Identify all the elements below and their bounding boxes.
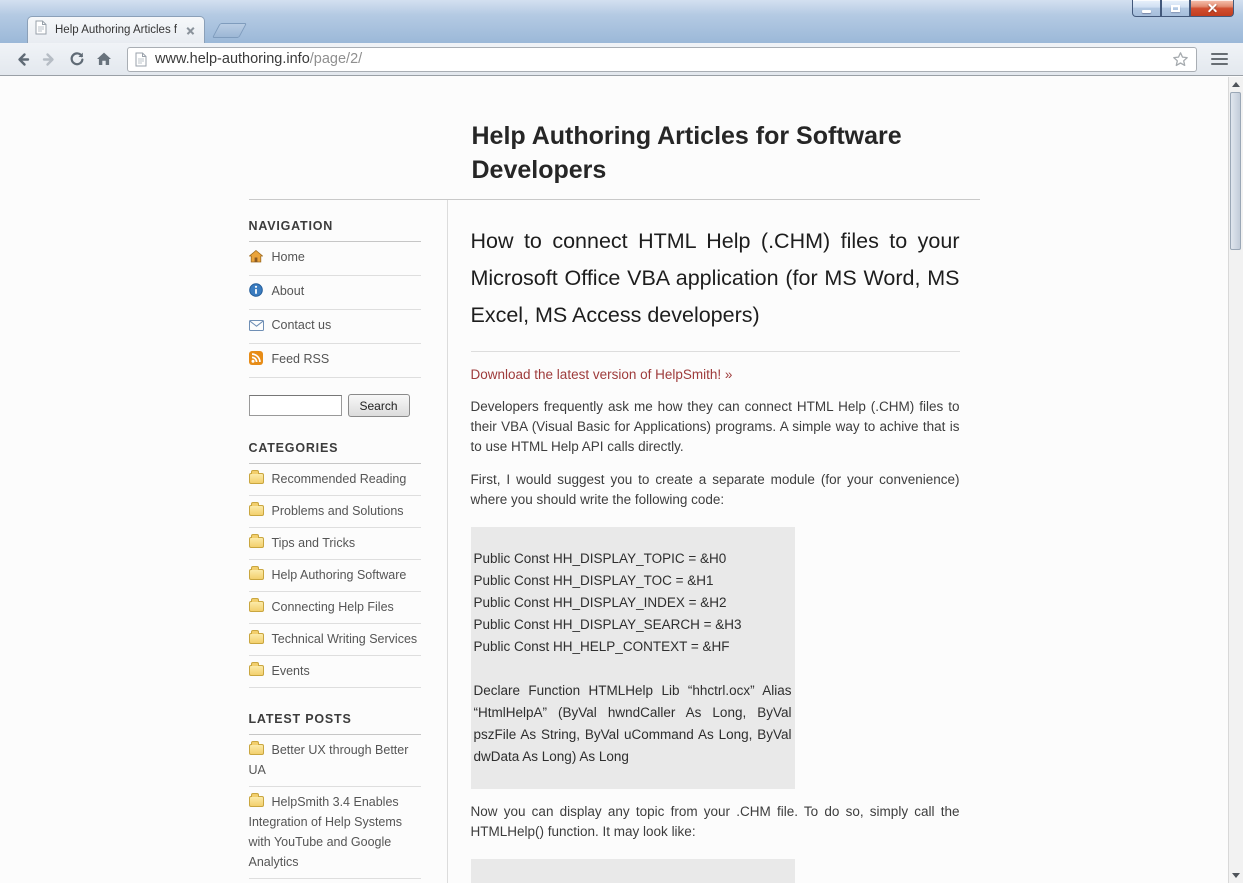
article: How to connect HTML Help (.CHM) files to… (446, 200, 980, 883)
sidebar-link[interactable]: Home (272, 250, 305, 264)
sidebar-link[interactable]: Contact us (272, 318, 332, 332)
category-link[interactable]: Events (272, 664, 310, 678)
folder-icon (248, 741, 264, 755)
maximize-button[interactable] (1161, 0, 1190, 17)
category-item[interactable]: Tips and Tricks (248, 528, 421, 560)
sidebar-item-rss[interactable]: Feed RSS (248, 344, 421, 378)
browser-window: Help Authoring Articles fo www.help-auth (0, 0, 1243, 883)
navigation-heading: NAVIGATION (248, 219, 421, 242)
sidebar-item-contact[interactable]: Contact us (248, 310, 421, 344)
search-button[interactable]: Search (347, 394, 410, 417)
category-item[interactable]: Connecting Help Files (248, 592, 421, 624)
folder-icon (248, 534, 264, 548)
address-bar[interactable]: www.help-authoring.info/page/2/ (127, 46, 1197, 72)
close-icon (1207, 3, 1218, 14)
category-link[interactable]: Connecting Help Files (272, 600, 394, 614)
category-item[interactable]: Help Authoring Software (248, 560, 421, 592)
minimize-icon (1142, 9, 1151, 13)
tab-close-icon[interactable] (184, 24, 197, 37)
vertical-scrollbar[interactable] (1228, 77, 1243, 883)
sidebar: NAVIGATION Home About Contact us Feed RS… (247, 200, 421, 883)
article-paragraph: Now you can display any topic from your … (470, 804, 960, 839)
reload-button[interactable] (63, 46, 90, 73)
browser-tab[interactable]: Help Authoring Articles fo (27, 16, 205, 43)
category-link[interactable]: Problems and Solutions (272, 504, 404, 518)
sidebar-item-home[interactable]: Home (247, 242, 421, 276)
folder-icon (248, 566, 264, 580)
search-input[interactable] (248, 395, 342, 416)
code-block-declarations: Public Const HH_DISPLAY_TOPIC = &H0 Publ… (470, 527, 795, 789)
envelope-icon (248, 317, 265, 337)
sidebar-item-about[interactable]: About (248, 276, 421, 310)
folder-icon (248, 793, 264, 807)
scrollbar-thumb[interactable] (1230, 92, 1241, 250)
category-link[interactable]: Help Authoring Software (272, 568, 407, 582)
menu-icon (1210, 52, 1228, 56)
reload-icon (70, 52, 83, 66)
maximize-icon (1171, 4, 1180, 12)
page-icon (135, 52, 147, 67)
search-form: Search (248, 394, 421, 417)
forward-button[interactable] (36, 46, 63, 73)
post-item[interactable]: HelpSmith 3.4 Enables Integration of Hel… (248, 787, 421, 879)
article-title: How to connect HTML Help (.CHM) files to… (470, 223, 960, 352)
page-favicon-icon (35, 20, 48, 40)
folder-icon (248, 502, 264, 516)
folder-icon (248, 662, 264, 676)
post-link[interactable]: HelpSmith 3.4 Enables Integration of Hel… (249, 795, 403, 869)
latest-posts-heading: LATEST POSTS (248, 712, 421, 735)
url-path: /page/2/ (309, 51, 363, 67)
menu-button[interactable] (1204, 46, 1234, 73)
scroll-down-icon[interactable] (1229, 868, 1243, 883)
category-item[interactable]: Recommended Reading (248, 464, 421, 496)
home-icon (247, 249, 265, 269)
window-controls (1132, 0, 1234, 17)
titlebar[interactable]: Help Authoring Articles fo (0, 0, 1243, 43)
category-item[interactable]: Events (248, 656, 421, 688)
folder-icon (248, 470, 264, 484)
category-item[interactable]: Technical Writing Services (248, 624, 421, 656)
categories-heading: CATEGORIES (248, 441, 421, 464)
home-button[interactable] (90, 46, 117, 73)
article-paragraph: Developers frequently ask me how they ca… (470, 399, 960, 454)
url-domain: www.help-authoring.info (155, 51, 310, 67)
info-icon (248, 283, 265, 303)
category-link[interactable]: Tips and Tricks (272, 536, 356, 550)
category-link[interactable]: Technical Writing Services (272, 632, 418, 646)
category-link[interactable]: Recommended Reading (272, 472, 407, 486)
sidebar-link[interactable]: Feed RSS (272, 352, 330, 366)
scroll-up-icon[interactable] (1229, 77, 1243, 92)
sidebar-link[interactable]: About (272, 284, 305, 298)
site-title: Help Authoring Articles for Software Dev… (471, 122, 902, 184)
rss-icon (248, 351, 265, 371)
bookmark-star-icon[interactable] (1172, 51, 1189, 68)
browser-toolbar: www.help-authoring.info/page/2/ (0, 43, 1243, 76)
code-block-call: HTMLHelp(0, MyHelpFile, HH_HELP_CONTEXT, (470, 859, 795, 883)
tab-title: Help Authoring Articles fo (55, 24, 177, 36)
minimize-button[interactable] (1132, 0, 1161, 17)
category-item[interactable]: Problems and Solutions (248, 496, 421, 528)
folder-icon (248, 598, 264, 612)
back-icon (18, 52, 30, 66)
post-item[interactable]: Technical Documentation Know-how and Ser… (249, 879, 421, 883)
post-link[interactable]: Better UX through Better UA (249, 743, 409, 777)
page-viewport: Help Authoring Articles for Software Dev… (0, 77, 1228, 883)
close-button[interactable] (1190, 0, 1234, 17)
back-button[interactable] (9, 46, 36, 73)
post-item[interactable]: Better UX through Better UA (248, 735, 421, 787)
url-text[interactable]: www.help-authoring.info/page/2/ (155, 51, 1164, 67)
home-icon (96, 52, 111, 65)
download-helpsmith-link[interactable]: Download the latest version of HelpSmith… (471, 367, 733, 382)
folder-icon (248, 630, 264, 644)
article-paragraph: First, I would suggest you to create a s… (470, 472, 960, 507)
new-tab-button[interactable] (212, 23, 247, 38)
forward-icon (42, 52, 54, 66)
